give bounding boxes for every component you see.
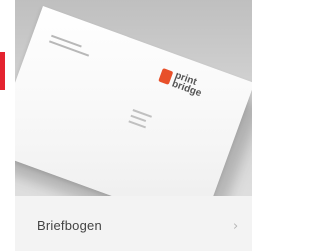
previous-product-card[interactable] [0,0,14,251]
product-card-briefbogen[interactable]: print bridge Briefbogen › [15,0,252,251]
letterhead-sheet [15,6,252,196]
product-image[interactable]: print bridge [15,0,252,196]
product-grid: print bridge Briefbogen › [0,0,252,251]
card-footer[interactable]: Briefbogen › [15,196,252,251]
accent-bar [0,52,5,90]
chevron-right-icon[interactable]: › [233,219,238,234]
card-title[interactable]: Briefbogen [37,218,102,233]
